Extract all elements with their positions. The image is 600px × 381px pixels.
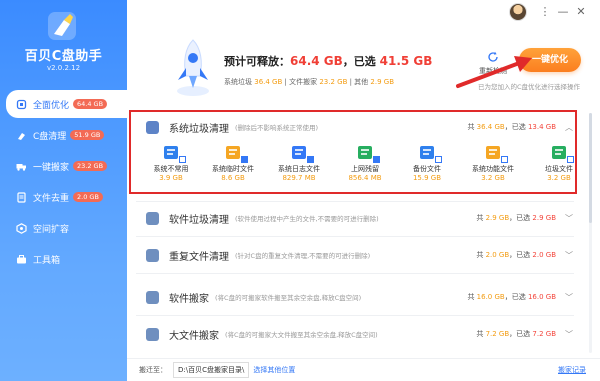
divider	[136, 236, 574, 237]
section-hint: (针对C盘的重复文件清理,不需要的可进行删除)	[235, 252, 371, 260]
nav-label: 文件去重	[33, 193, 70, 204]
file-icon	[16, 191, 27, 203]
divider	[136, 315, 574, 316]
section-total: 2.9 GB	[485, 214, 510, 222]
nav-item-c-clean[interactable]: C盘清理 51.9 GB	[0, 121, 127, 149]
breakdown-text: 系统垃圾	[224, 78, 255, 86]
nav-item-expand[interactable]: 空间扩容	[0, 214, 127, 242]
app-name: 百贝C盘助手	[24, 49, 103, 64]
section-title: 重复文件清理	[169, 251, 229, 263]
truck-icon	[16, 161, 27, 172]
breakdown-value: 23.2 GB	[319, 78, 348, 86]
toolbox-icon	[16, 254, 27, 265]
nav: 全面优化 64.4 GB C盘清理 51.9 GB 一键搬家 23.2 GB 文…	[0, 90, 127, 276]
nav-badge: 64.4 GB	[73, 99, 108, 109]
release-estimate: 预计可释放：64.4 GB，已选 41.5 GB	[224, 53, 432, 69]
title-bar: ⋮ — ✕	[127, 0, 600, 26]
section-stats: 共 2.0 GB，已选 2.0 GB	[476, 250, 556, 260]
section-software-move[interactable]: 软件搬家 (将C盘的可搬家软件搬至其余空余盘,释放C盘空间) 共 16.0 GB…	[136, 283, 574, 311]
choose-location-link[interactable]: 选择其他位置	[253, 365, 295, 375]
total-label: 共	[476, 251, 486, 259]
breakdown-text: | 文件搬家	[282, 78, 320, 86]
duplicate-files-icon	[146, 248, 159, 262]
breakdown-value: 2.9 GB	[370, 78, 395, 86]
section-hint: (软件使用过程中产生的文件,不需要的可进行删除)	[235, 215, 379, 223]
total-label: 共	[467, 293, 477, 301]
broom-logo-icon	[48, 12, 76, 40]
release-total: 64.4 GB	[290, 54, 343, 68]
section-title: 软件垃圾清理	[169, 214, 229, 226]
software-junk-icon	[146, 211, 159, 225]
home-icon	[16, 99, 27, 110]
nav-badge: 23.2 GB	[73, 161, 108, 171]
selected-label: ，已选	[342, 55, 380, 68]
section-duplicate-files[interactable]: 重复文件清理 (针对C盘的重复文件清理,不需要的可进行删除) 共 2.0 GB，…	[136, 241, 574, 269]
section-title: 大文件搬家	[169, 330, 219, 342]
chevron-down-icon[interactable]: ﹀	[564, 213, 574, 224]
total-label: 共	[476, 330, 486, 338]
selected-label: ，已选	[509, 251, 533, 259]
move-target-path[interactable]: D:\百贝C盘搬家目录\	[173, 362, 250, 378]
move-records-link[interactable]: 搬家记录	[558, 365, 586, 375]
selected-label: ，已选	[504, 293, 528, 301]
section-total: 2.0 GB	[485, 251, 510, 259]
chevron-down-icon[interactable]: ﹀	[564, 292, 574, 303]
annotation-highlight-box	[129, 110, 577, 194]
section-selected: 2.0 GB	[532, 251, 556, 259]
section-selected: 2.9 GB	[532, 214, 556, 222]
total-label: 共	[476, 214, 486, 222]
section-selected: 16.0 GB	[527, 293, 556, 301]
section-hint: (将C盘的可搬家大文件搬至其余空余盘,释放C盘空间)	[225, 331, 378, 339]
section-software-junk[interactable]: 软件垃圾清理 (软件使用过程中产生的文件,不需要的可进行删除) 共 2.9 GB…	[136, 204, 574, 232]
section-large-files-move[interactable]: 大文件搬家 (将C盘的可搬家大文件搬至其余空余盘,释放C盘空间) 共 7.2 G…	[136, 320, 574, 348]
move-target-bar: 搬迁至： D:\百贝C盘搬家目录\ 选择其他位置 搬家记录	[127, 358, 600, 381]
section-total: 7.2 GB	[485, 330, 510, 338]
minimize-button[interactable]: —	[556, 5, 570, 19]
nav-label: 工具箱	[33, 255, 61, 266]
breakdown-text: | 其他	[347, 78, 371, 86]
software-move-icon	[146, 290, 159, 304]
section-title: 软件搬家	[169, 293, 209, 305]
rocket-icon	[177, 39, 209, 96]
section-stats: 共 2.9 GB，已选 2.9 GB	[476, 213, 556, 223]
sidebar: 百贝C盘助手 v2.0.2.12 全面优化 64.4 GB C盘清理 51.9 …	[0, 0, 127, 381]
section-stats: 共 16.0 GB，已选 16.0 GB	[467, 292, 556, 302]
section-stats: 共 7.2 GB，已选 7.2 GB	[476, 329, 556, 339]
large-files-icon	[146, 327, 159, 341]
nav-label: 空间扩容	[33, 224, 70, 235]
more-menu-icon[interactable]: ⋮	[538, 5, 552, 19]
nav-item-toolbox[interactable]: 工具箱	[0, 245, 127, 273]
nav-label: C盘清理	[33, 131, 67, 142]
close-button[interactable]: ✕	[574, 5, 588, 19]
nav-item-full-optimize[interactable]: 全面优化 64.4 GB	[6, 90, 127, 118]
selected-label: ，已选	[509, 214, 533, 222]
annotation-arrow-icon	[456, 56, 532, 88]
move-target-label: 搬迁至：	[139, 366, 167, 374]
nav-badge: 2.0 GB	[73, 192, 103, 202]
divider	[136, 273, 574, 274]
release-breakdown: 系统垃圾 36.4 GB | 文件搬家 23.2 GB | 其他 2.9 GB	[224, 77, 394, 87]
nav-item-move[interactable]: 一键搬家 23.2 GB	[0, 152, 127, 180]
section-selected: 7.2 GB	[532, 330, 556, 338]
divider	[136, 201, 574, 202]
selected-label: ，已选	[509, 330, 533, 338]
chevron-down-icon[interactable]: ﹀	[564, 250, 574, 261]
broom-icon	[16, 130, 27, 141]
nav-label: 全面优化	[33, 100, 70, 111]
breakdown-value: 36.4 GB	[254, 78, 283, 86]
section-hint: (将C盘的可搬家软件搬至其余空余盘,释放C盘空间)	[215, 294, 362, 302]
nav-label: 一键搬家	[33, 162, 70, 173]
avatar[interactable]	[509, 3, 527, 21]
scrollbar[interactable]	[588, 113, 593, 353]
app-version: v2.0.2.12	[46, 64, 81, 72]
selected-total: 41.5 GB	[379, 54, 433, 68]
hexagon-icon	[16, 222, 27, 234]
nav-item-dedupe[interactable]: 文件去重 2.0 GB	[0, 183, 127, 211]
chevron-down-icon[interactable]: ﹀	[564, 329, 574, 340]
section-total: 16.0 GB	[476, 293, 505, 301]
nav-badge: 51.9 GB	[70, 130, 105, 140]
release-label: 预计可释放：	[224, 55, 290, 68]
